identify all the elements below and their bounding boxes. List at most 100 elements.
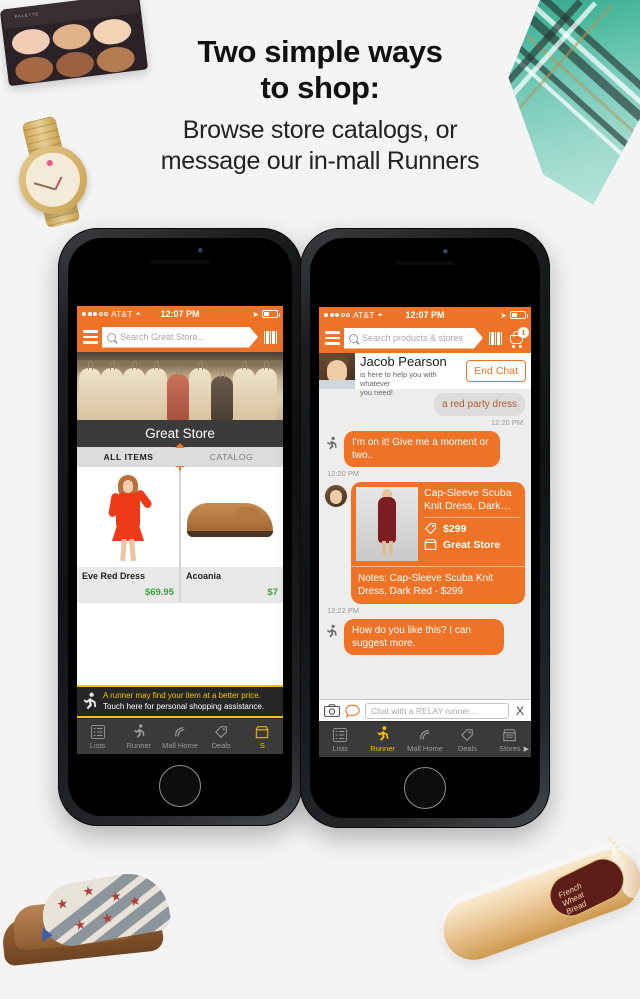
runner-icon — [83, 692, 97, 710]
more-tabs-arrow-icon[interactable]: ▶ — [524, 745, 529, 753]
earpiece-speaker — [395, 261, 455, 265]
storefront-icon — [424, 539, 437, 551]
list-icon — [90, 724, 105, 739]
search-icon — [349, 334, 358, 343]
end-chat-button[interactable]: End Chat — [466, 360, 526, 382]
product-name: Acoania — [186, 571, 222, 581]
tab-deals[interactable]: Deals — [446, 722, 488, 757]
striped-shoe-prop: ★ ★ ★ ★ ★ ★ TOMS — [0, 849, 177, 971]
message-timestamp: 12:20 PM — [490, 418, 523, 427]
product-price: $69.95 — [144, 587, 174, 598]
runner-icon — [132, 723, 146, 739]
product-notes: Notes: Cap-Sleeve Scuba Knit Dress, Dark… — [351, 566, 525, 604]
runner-banner-line-1: A runner may find your item at a better … — [103, 690, 261, 700]
segment-catalog[interactable]: CATALOG — [180, 447, 283, 467]
cart-badge: 1 — [518, 326, 529, 338]
tab-stores[interactable]: Stores ▶ — [489, 722, 531, 757]
chat-input[interactable]: Chat with a RELAY runner... — [365, 702, 509, 719]
product-title: Cap-Sleeve Scuba Knit Dress, Dark… — [424, 487, 512, 513]
storefront-icon — [255, 724, 269, 739]
search-input[interactable]: Search products & stores — [344, 328, 483, 349]
home-button[interactable] — [404, 767, 446, 809]
battery-icon — [510, 311, 528, 319]
tab-label: Lists — [332, 743, 348, 753]
tab-label: Runner — [370, 743, 395, 753]
earpiece-speaker — [150, 260, 210, 264]
tab-stores[interactable]: S — [242, 719, 283, 754]
product-suggestion-card[interactable]: Cap-Sleeve Scuba Knit Dress, Dark… $299 … — [351, 482, 525, 604]
runner-icon — [325, 431, 340, 451]
tab-label: Deals — [211, 740, 231, 750]
runner-icon — [325, 619, 340, 639]
message-product-card[interactable]: Cap-Sleeve Scuba Knit Dress, Dark… $299 … — [319, 478, 531, 604]
right-nav-bar: Search products & stores 1 — [319, 323, 531, 353]
message-text: a red party dress — [433, 393, 525, 416]
promo-stage: PALETTE ★ ★ ★ ★ ★ ★ TOMS French Wheat Br… — [0, 0, 640, 975]
right-phone-device: AT&T ◓ 12:07 PM ➤ Search products & stor… — [300, 228, 550, 828]
runner-icon — [375, 725, 390, 742]
runner-assistance-banner[interactable]: A runner may find your item at a better … — [77, 685, 283, 718]
shopping-cart-icon[interactable]: 1 — [508, 326, 529, 348]
segment-all-items[interactable]: ALL ITEMS — [77, 447, 180, 467]
chat-thread[interactable]: Jacob Pearson is here to help you with w… — [319, 353, 531, 699]
tab-mall-home[interactable]: Mall Home — [404, 722, 446, 757]
product-card[interactable]: Acoania $7 — [181, 467, 283, 603]
escalator-icon — [173, 724, 187, 739]
chat-input-bar: Chat with a RELAY runner... X — [319, 699, 531, 721]
agent-subtitle-1: is here to help you with whatever — [360, 369, 437, 389]
close-icon[interactable]: X — [514, 704, 526, 718]
tab-lists[interactable]: Lists — [319, 722, 361, 757]
product-store: Great Store — [443, 538, 501, 551]
headline-line-2: to shop: — [260, 69, 380, 105]
agent-subtitle-2: you need! — [360, 388, 393, 398]
location-arrow-icon: ➤ — [252, 309, 259, 319]
search-icon — [107, 333, 116, 342]
headline-line-1: Two simple ways — [197, 34, 443, 69]
status-bar: AT&T ◓ 12:07 PM ➤ — [319, 307, 531, 323]
tab-mall-home[interactable]: Mall Home — [159, 719, 200, 754]
chat-bubble-icon[interactable] — [345, 704, 360, 718]
product-price: $299 — [443, 522, 467, 535]
tab-label: Stores — [498, 743, 521, 753]
message-runner: How do you like this? I can suggest more… — [319, 615, 531, 655]
avatar — [325, 485, 347, 507]
camera-icon[interactable] — [324, 704, 340, 717]
runner-banner-line-2: Touch here for personal shopping assista… — [103, 701, 264, 711]
barcode-scan-icon[interactable] — [487, 331, 504, 345]
subhead-line-1: Browse store catalogs, or — [182, 115, 458, 144]
tab-runner[interactable]: Runner — [361, 722, 403, 757]
left-phone-screen: AT&T ◓ 12:07 PM ➤ Search Great Store... — [77, 306, 283, 754]
agent-header: Jacob Pearson is here to help you with w… — [319, 353, 531, 397]
product-card[interactable]: Eve Red Dress $69.95 — [77, 467, 179, 603]
clock-label: 12:07 PM — [405, 310, 445, 320]
escalator-icon — [418, 727, 432, 742]
product-grid: Eve Red Dress $69.95 Acoania $7 — [77, 467, 283, 603]
hamburger-menu-icon[interactable] — [81, 330, 98, 344]
tab-label: Mall Home — [407, 743, 443, 753]
barcode-scan-icon[interactable] — [262, 330, 279, 344]
right-tab-bar: Lists Runner Mall Home Deals Stores ▶ — [319, 721, 531, 757]
price-tag-icon — [424, 523, 436, 535]
search-input[interactable]: Search Great Store... — [102, 327, 258, 348]
product-thumbnail — [356, 487, 418, 561]
left-phone-device: AT&T ◓ 12:07 PM ➤ Search Great Store... — [58, 228, 302, 826]
tan-loafer-photo — [181, 467, 283, 567]
subhead-line-2: message our in-mall Runners — [160, 147, 480, 176]
list-icon — [333, 727, 348, 742]
left-tab-bar: Lists Runner Mall Home Deals S — [77, 718, 283, 754]
agent-name: Jacob Pearson — [360, 354, 447, 369]
message-text: I'm on it! Give me a moment or two.. — [344, 431, 500, 467]
tab-runner[interactable]: Runner — [118, 719, 159, 754]
front-camera-icon — [443, 249, 448, 254]
tab-lists[interactable]: Lists — [77, 719, 118, 754]
bread-loaf-prop: French Wheat Bread BAKERY — [426, 816, 640, 999]
search-placeholder: Search products & stores — [362, 333, 464, 343]
home-button[interactable] — [159, 765, 201, 807]
store-hero-photo — [77, 352, 283, 420]
price-tag-icon — [460, 727, 474, 742]
product-name: Eve Red Dress — [82, 571, 146, 581]
tab-deals[interactable]: Deals — [201, 719, 242, 754]
tab-label: Runner — [126, 740, 152, 750]
search-placeholder: Search Great Store... — [120, 332, 206, 342]
hamburger-menu-icon[interactable] — [323, 331, 340, 345]
